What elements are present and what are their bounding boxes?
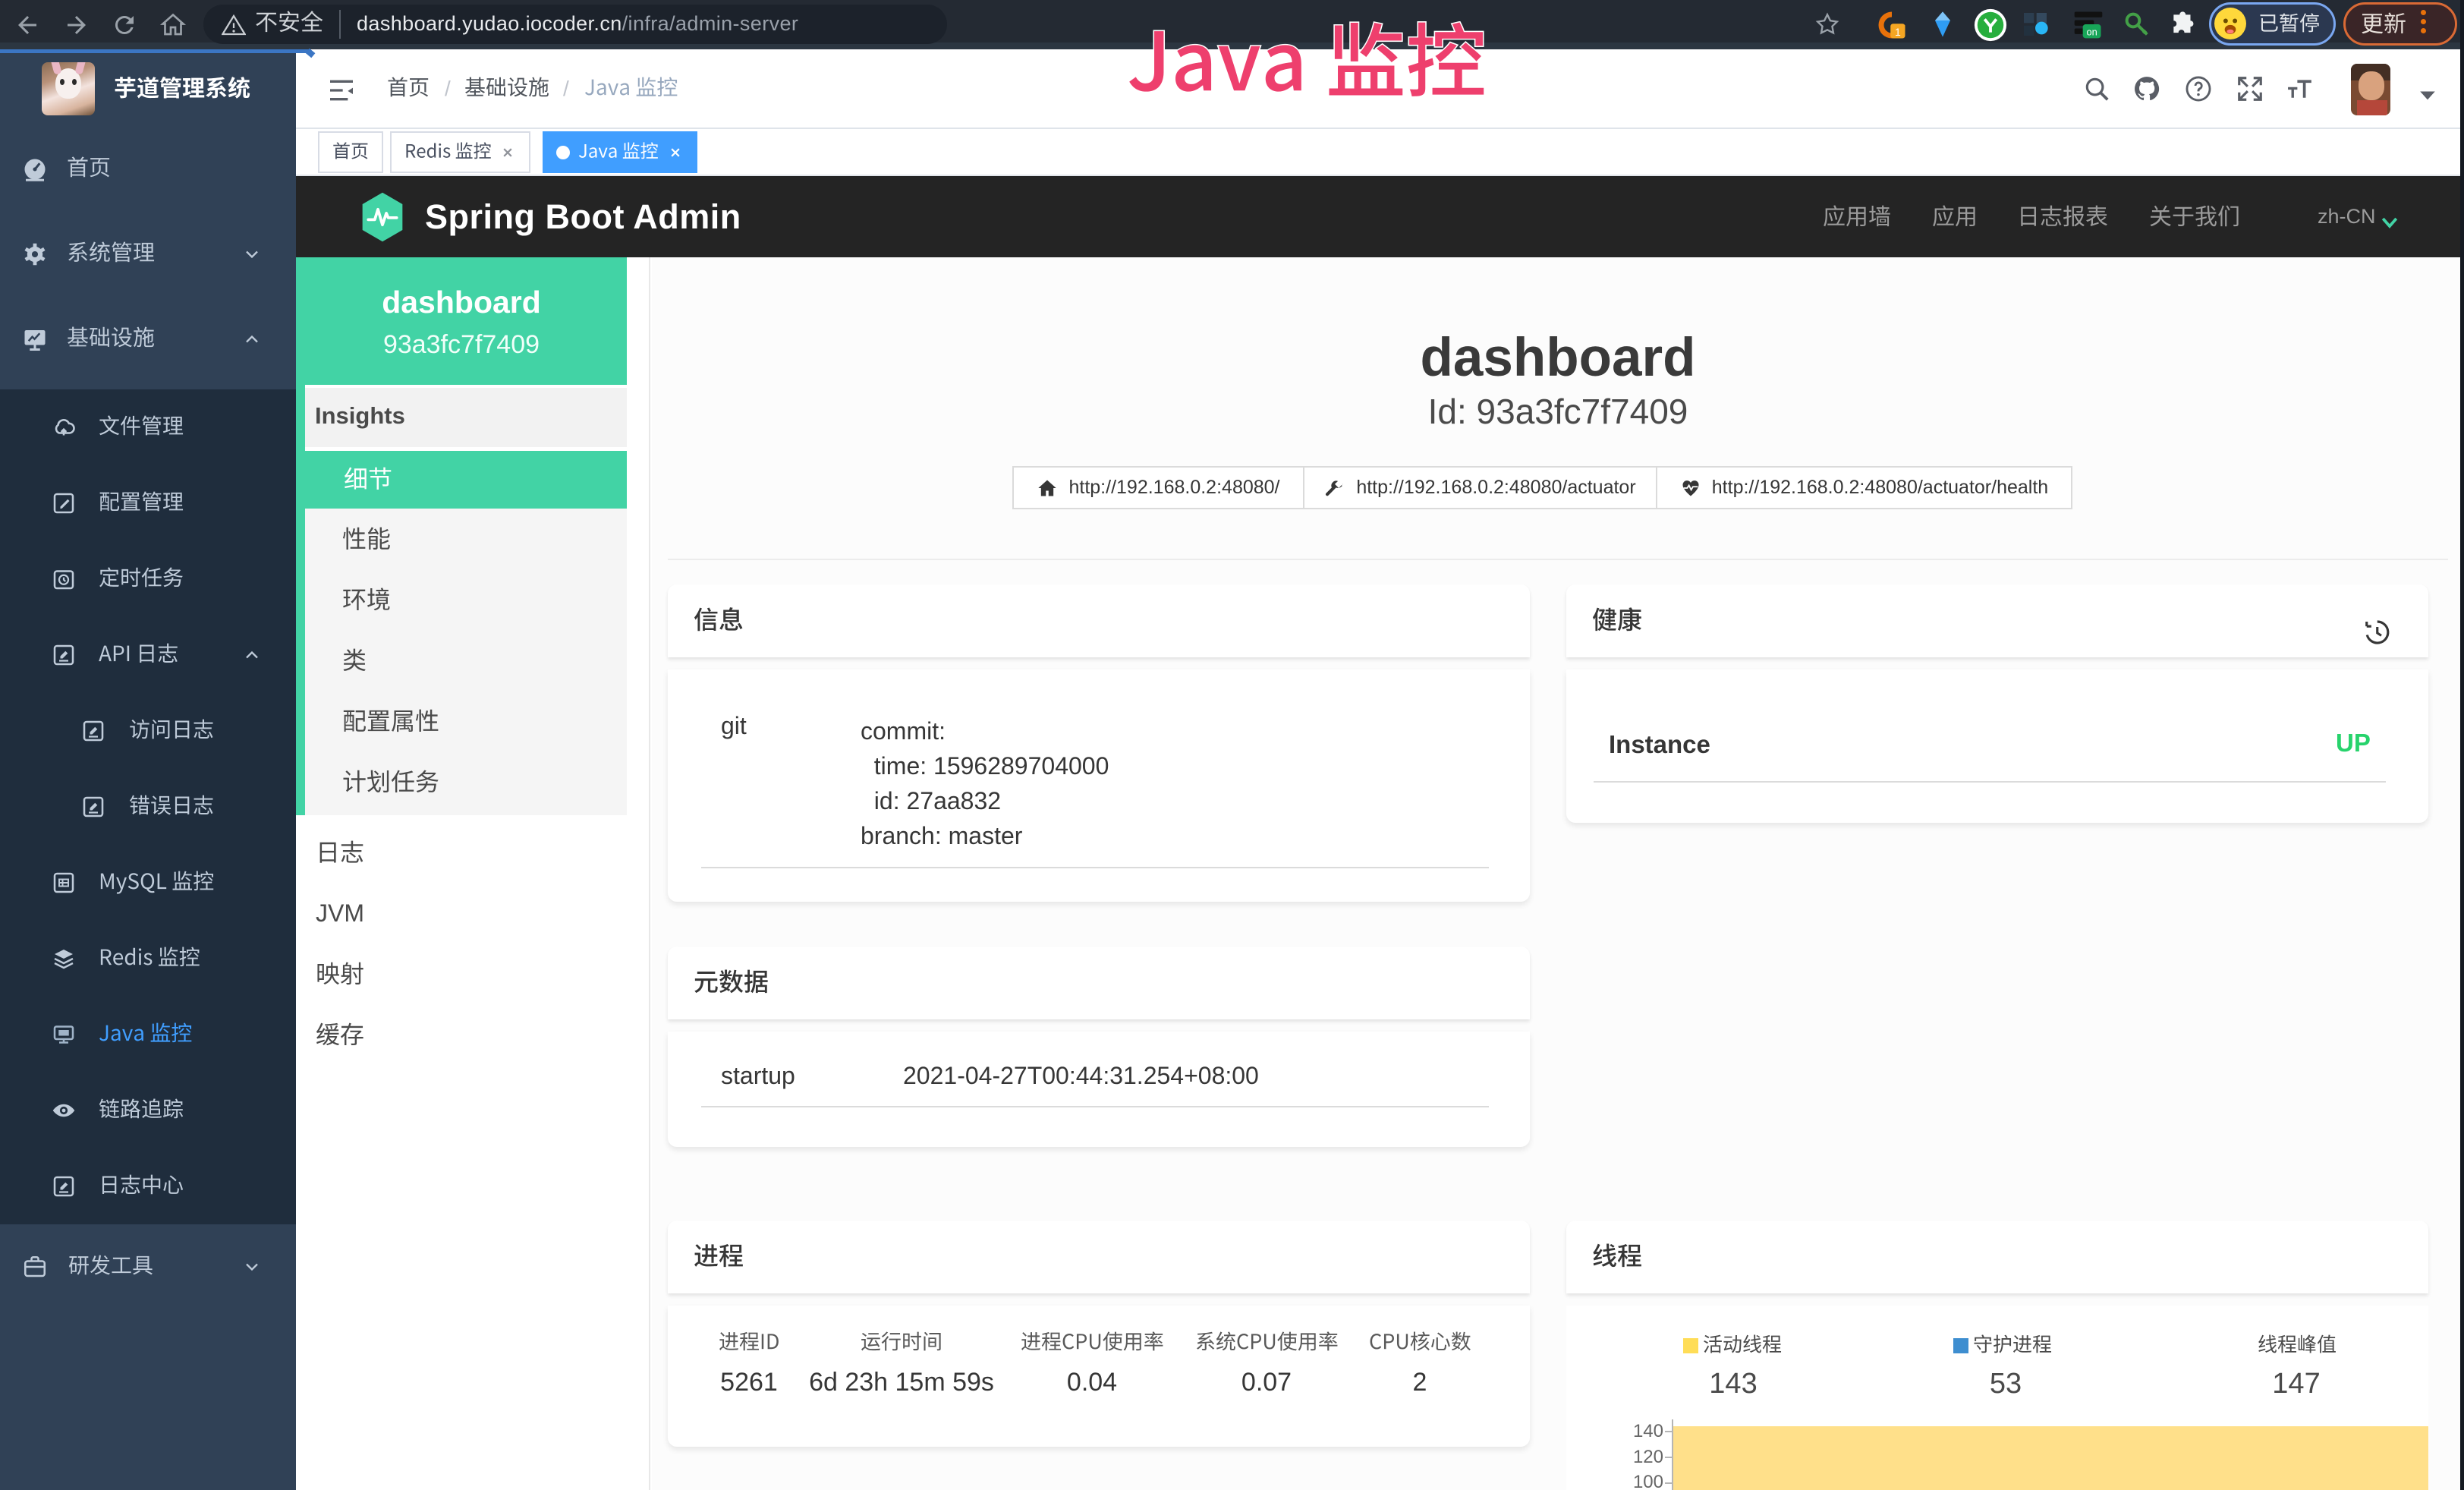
svg-text:1: 1 [1895,26,1901,38]
svg-text:on: on [2086,27,2097,38]
